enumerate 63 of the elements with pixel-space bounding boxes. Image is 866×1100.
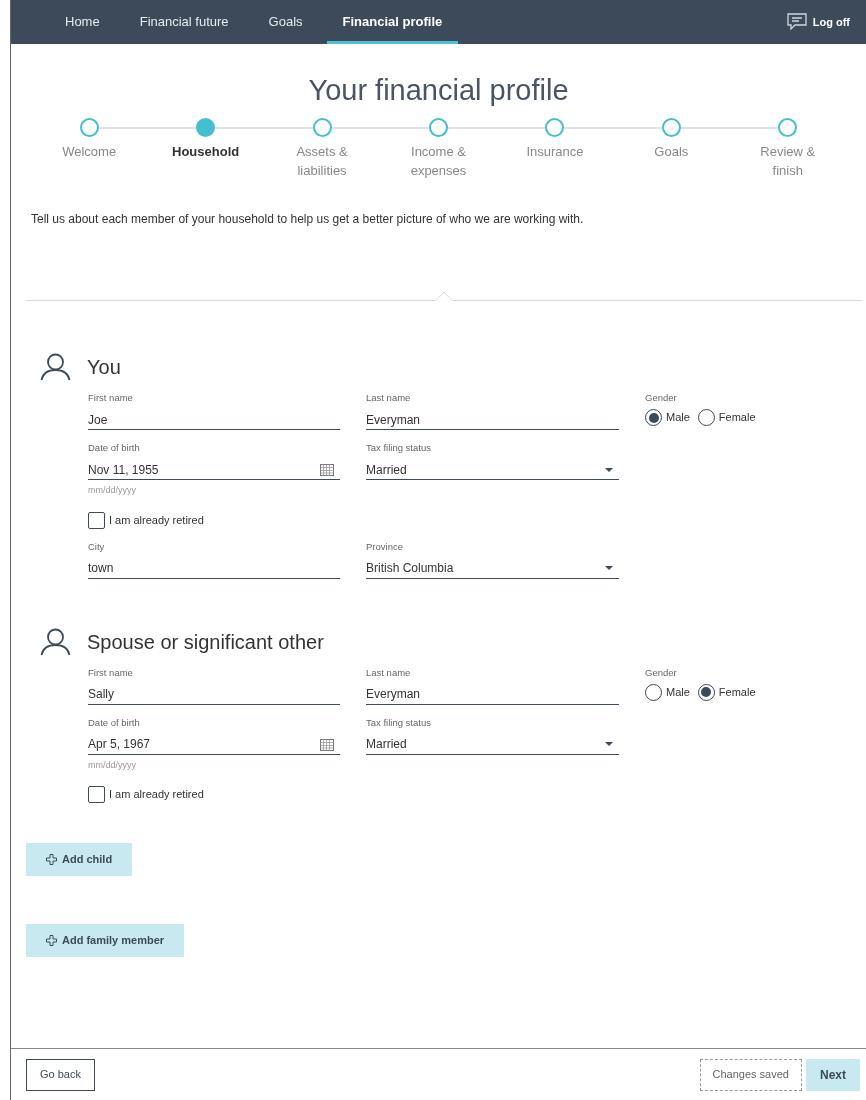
field-label: Date of birth — [88, 442, 141, 454]
step-label[interactable]: Welcome — [49, 142, 130, 161]
field-label: Last name — [366, 666, 412, 679]
field-label: Province — [366, 540, 404, 553]
input-field[interactable]: Everyman — [366, 684, 619, 705]
chat-icon[interactable] — [786, 13, 807, 31]
field-label: Tax filing status — [366, 716, 432, 729]
dropdown[interactable]: Married — [366, 734, 619, 755]
plus-icon — [46, 854, 57, 865]
input-field[interactable]: Nov 11, 1955 — [88, 460, 340, 480]
checkbox[interactable] — [88, 786, 105, 803]
step-label[interactable]: Review & finish — [747, 142, 828, 180]
step-label[interactable]: Income & expenses — [398, 142, 479, 180]
field-label: Date of birth — [88, 716, 141, 729]
section-heading: You — [87, 355, 121, 380]
nav-tab[interactable]: Financial future — [123, 0, 245, 44]
input-field[interactable]: Everyman — [366, 410, 619, 430]
input-field[interactable]: town — [88, 558, 340, 579]
page-title: Your financial profile — [307, 73, 570, 108]
nav-tab[interactable]: Financial profile — [326, 0, 459, 44]
step-label[interactable]: Assets & liabilities — [282, 142, 363, 180]
calendar-icon[interactable] — [320, 737, 334, 751]
log-off-link[interactable]: Log off — [812, 13, 850, 31]
nav-tab[interactable]: Goals — [252, 0, 319, 44]
go-back-button[interactable]: Go back — [26, 1058, 95, 1091]
caret-icon[interactable] — [605, 467, 613, 472]
field-label: Gender — [645, 392, 678, 404]
field-hint: mm/dd/yyyy — [88, 484, 137, 497]
field-label: Tax filing status — [366, 442, 432, 454]
description-text: Tell us about each member of your household to help us get a better picture of who we are working with. — [31, 211, 585, 228]
input-field[interactable]: Apr 5, 1967 — [88, 734, 340, 755]
radio-label[interactable]: Female — [718, 409, 756, 426]
nav-tab[interactable]: Home — [49, 0, 116, 44]
caret-icon[interactable] — [605, 742, 613, 746]
plus-icon — [46, 935, 57, 946]
input-field[interactable]: Joe — [88, 410, 340, 430]
calendar-icon[interactable] — [320, 463, 334, 476]
checkbox[interactable] — [88, 511, 105, 529]
person-icon — [40, 353, 71, 381]
dropdown[interactable]: Married — [366, 460, 619, 480]
next-button[interactable]: Next — [806, 1058, 860, 1091]
caret-icon[interactable] — [605, 566, 613, 570]
field-label: City — [88, 540, 106, 553]
step-label[interactable]: Goals — [631, 142, 712, 161]
checkbox-label[interactable]: I am already retired — [109, 511, 204, 529]
field-label: First name — [88, 666, 134, 679]
save-status: Changes saved — [699, 1058, 802, 1091]
field-label: First name — [88, 392, 134, 404]
field-label: Gender — [645, 666, 678, 679]
add-button[interactable]: Add family member — [26, 924, 185, 957]
radio-label[interactable]: Male — [666, 409, 690, 426]
radio-label[interactable]: Male — [666, 683, 690, 701]
step-label[interactable]: Insurance — [514, 142, 595, 161]
input-field[interactable]: Sally — [88, 684, 340, 705]
section-heading: Spouse or significant other — [87, 629, 324, 655]
field-label: Last name — [366, 392, 412, 404]
step-label[interactable]: Household — [165, 142, 246, 161]
field-hint: mm/dd/yyyy — [88, 758, 137, 772]
checkbox-label[interactable]: I am already retired — [109, 786, 204, 803]
person-icon — [40, 627, 71, 656]
add-button[interactable]: Add child — [26, 843, 133, 876]
radio-label[interactable]: Female — [718, 683, 756, 701]
dropdown[interactable]: British Columbia — [366, 558, 619, 579]
